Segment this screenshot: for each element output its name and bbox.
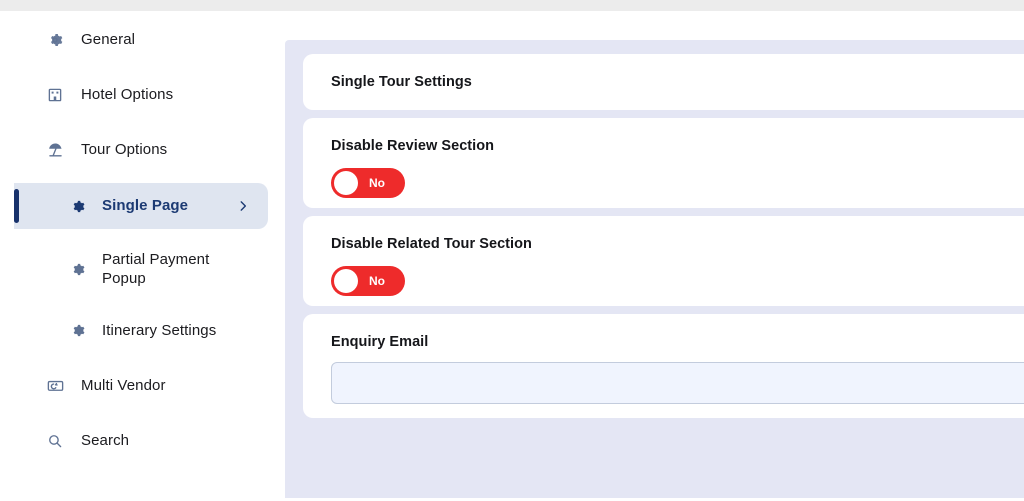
chevron-right-icon [236,199,250,213]
sidebar-item-label: Hotel Options [81,85,174,103]
setting-card-disable-related-tour-section: Disable Related Tour Section No [303,216,1024,306]
sidebar: General Hotel Options Tour Options Singl… [14,12,268,487]
setting-card-enquiry-email: Enquiry Email [303,314,1024,418]
toggle-value-label: No [369,176,385,190]
sidebar-item-partial-payment-popup[interactable]: Partial Payment Popup [14,235,268,303]
sidebar-item-label: Single Page [102,197,189,215]
gear-icon [67,259,87,279]
sidebar-item-label: Partial Payment Popup [102,250,210,288]
building-icon [45,85,65,105]
beach-umbrella-icon [45,140,65,160]
sidebar-item-label: Multi Vendor [81,376,166,394]
active-indicator-bar [14,189,19,223]
toggle-disable-related-tour-section[interactable]: No [331,266,405,296]
multi-vendor-icon [45,376,65,396]
section-header-card: Single Tour Settings [303,54,1024,110]
sidebar-item-general[interactable]: General [14,12,268,67]
sidebar-item-label: Itinerary Settings [102,321,217,339]
settings-content-area: Single Tour Settings Disable Review Sect… [285,40,1024,498]
toggle-disable-review-section[interactable]: No [331,168,405,198]
toggle-knob [334,171,358,195]
enquiry-email-label: Enquiry Email [331,334,429,350]
sidebar-item-search[interactable]: Search [14,413,268,468]
sidebar-item-itinerary-settings[interactable]: Itinerary Settings [14,303,268,358]
sidebar-nav: General Hotel Options Tour Options Singl… [14,12,268,468]
search-icon [45,431,65,451]
toggle-value-label: No [369,274,385,288]
sidebar-item-label: General [81,30,136,48]
app-screen: General Hotel Options Tour Options Singl… [0,0,1024,501]
sidebar-item-hotel-options[interactable]: Hotel Options [14,67,268,122]
browser-top-strip [0,0,1024,11]
sidebar-item-single-page[interactable]: Single Page [14,183,268,229]
sidebar-item-label: Tour Options [81,140,168,158]
enquiry-email-input[interactable] [331,362,1024,404]
setting-label: Disable Review Section [331,138,495,154]
gear-icon [45,30,65,50]
sidebar-item-label: Search [81,431,130,449]
sidebar-item-multi-vendor[interactable]: Multi Vendor [14,358,268,413]
page-title: Single Tour Settings [331,74,472,90]
sidebar-item-tour-options[interactable]: Tour Options [14,122,268,177]
gear-icon [67,321,87,341]
toggle-knob [334,269,358,293]
setting-card-disable-review-section: Disable Review Section No [303,118,1024,208]
gear-icon [67,196,87,216]
setting-label: Disable Related Tour Section [331,236,532,252]
